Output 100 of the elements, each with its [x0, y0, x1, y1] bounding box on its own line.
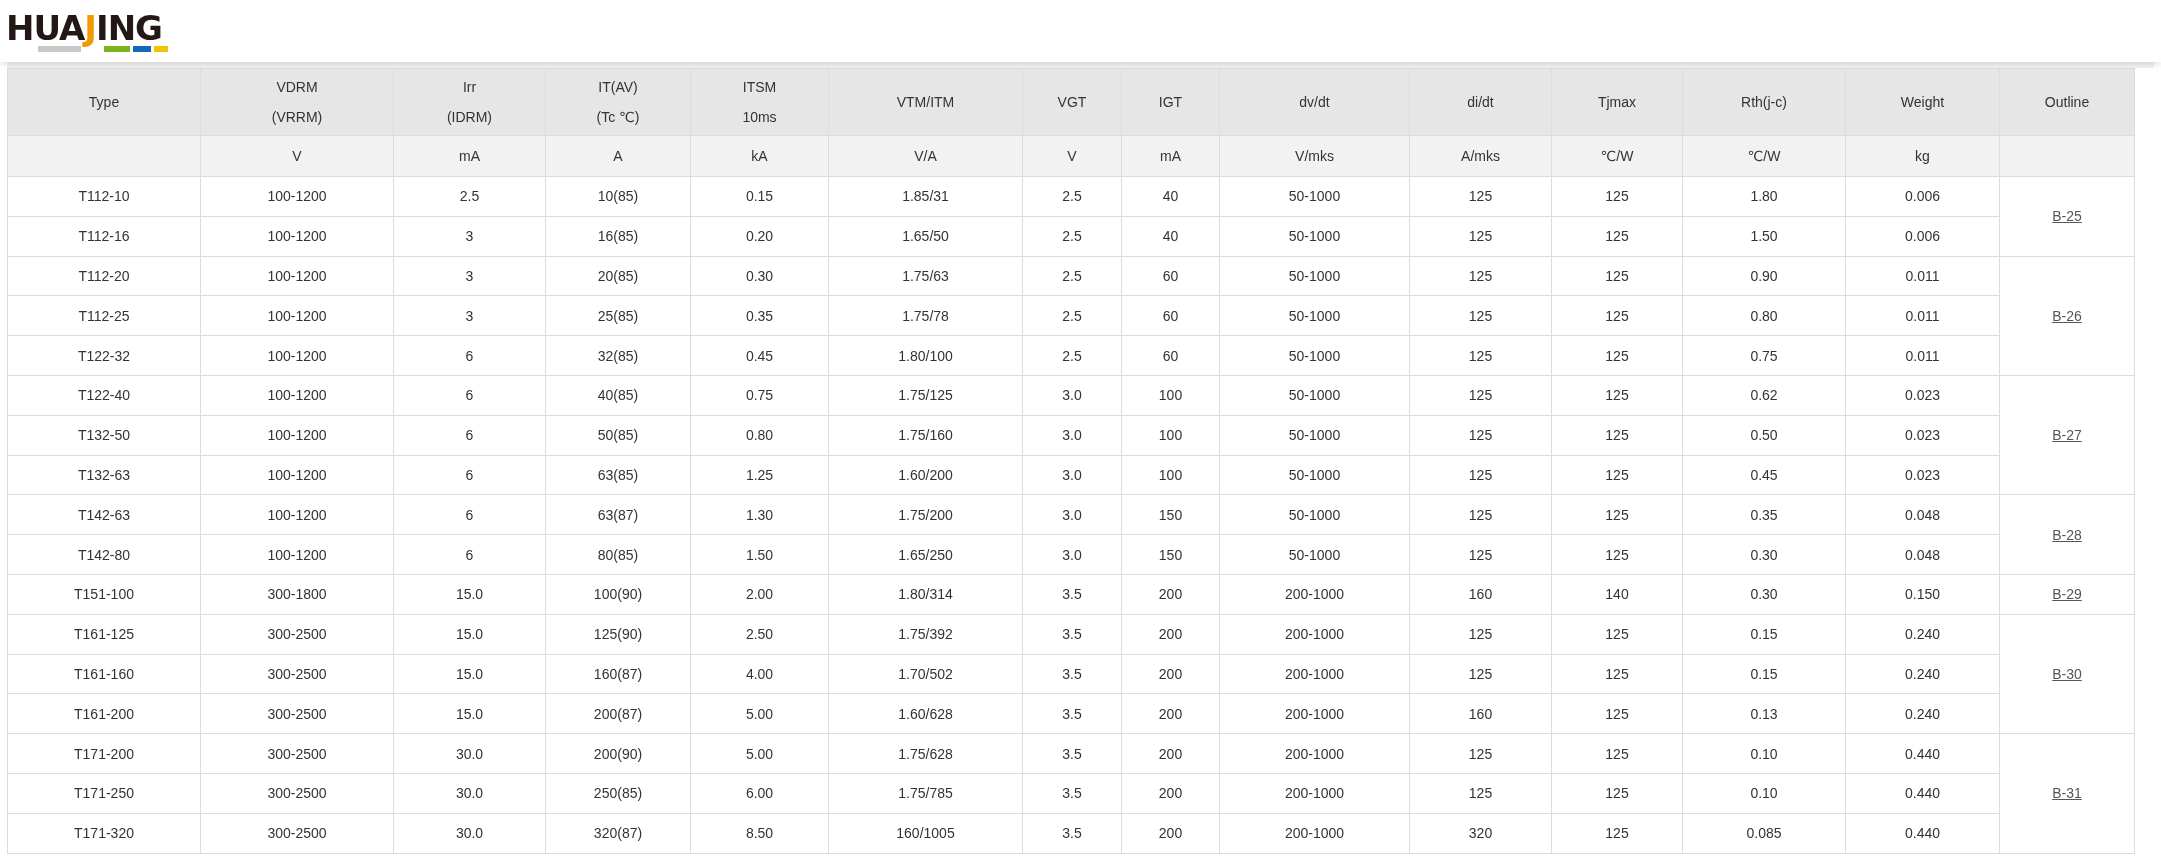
column-header: Weight — [1845, 68, 2000, 136]
outline-link[interactable]: B-25 — [2052, 208, 2082, 225]
table-cell: 32(85) — [545, 335, 691, 376]
table-cell: 50-1000 — [1219, 375, 1410, 416]
table-cell: 1.50 — [1682, 216, 1846, 257]
table-cell: 0.35 — [690, 295, 829, 336]
table-cell: 1.75/628 — [828, 733, 1023, 774]
table-cell: T122-40 — [7, 375, 201, 416]
table-cell: 3.5 — [1022, 693, 1122, 734]
table-cell: 63(85) — [545, 455, 691, 495]
table-cell: 1.60/628 — [828, 693, 1023, 734]
table-cell: 0.75 — [1682, 335, 1846, 376]
table-cell: 125 — [1551, 693, 1683, 734]
table-cell: 125 — [1409, 773, 1552, 814]
table-cell: 3.5 — [1022, 654, 1122, 694]
table-cell: T112-16 — [7, 216, 201, 257]
table-cell: 15.0 — [393, 614, 546, 655]
outline-link[interactable]: B-26 — [2052, 307, 2082, 324]
column-header: VDRM (VRRM) — [200, 68, 394, 136]
table-cell: 125 — [1551, 813, 1683, 854]
table-cell: T151-100 — [7, 574, 201, 615]
table-cell: 0.75 — [690, 375, 829, 416]
table-cell: 5.00 — [690, 733, 829, 774]
table-cell: 125 — [1551, 375, 1683, 416]
table-cell: 125 — [1409, 415, 1552, 456]
table-cell: 50-1000 — [1219, 295, 1410, 336]
table-cell: 0.15 — [690, 176, 829, 217]
table-cell: 200-1000 — [1219, 813, 1410, 854]
table-cell: 200 — [1121, 773, 1220, 814]
table-cell: 100-1200 — [200, 455, 394, 495]
table-cell: 0.30 — [1682, 574, 1846, 615]
unit-cell: V — [200, 135, 394, 177]
table-cell: 125 — [1551, 415, 1683, 456]
table-cell: 100 — [1121, 455, 1220, 495]
table-cell: 125 — [1551, 176, 1683, 217]
table-cell: 100-1200 — [200, 335, 394, 376]
table-cell: 200-1000 — [1219, 614, 1410, 655]
table-cell: 50-1000 — [1219, 216, 1410, 257]
table-cell: 125 — [1551, 773, 1683, 814]
outline-link[interactable]: B-27 — [2052, 427, 2082, 444]
table-cell: 1.70/502 — [828, 654, 1023, 694]
table-cell: 200(90) — [545, 733, 691, 774]
table-cell: 300-2500 — [200, 733, 394, 774]
column-header: Irr (IDRM) — [393, 68, 546, 136]
table-cell: T171-320 — [7, 813, 201, 854]
unit-cell: A — [545, 135, 691, 177]
outline-link[interactable]: B-29 — [2052, 586, 2082, 603]
table-cell: 125 — [1551, 654, 1683, 694]
unit-cell: mA — [1121, 135, 1220, 177]
table-cell: 200-1000 — [1219, 773, 1410, 814]
table-cell: 125 — [1409, 455, 1552, 495]
table-cell: 0.011 — [1845, 256, 2000, 296]
table-cell: 10(85) — [545, 176, 691, 217]
table-cell: 0.30 — [690, 256, 829, 296]
table-cell: 6 — [393, 455, 546, 495]
table-cell: 0.45 — [1682, 455, 1846, 495]
logo-text: HUAJING — [6, 10, 162, 46]
table-cell: 125 — [1409, 733, 1552, 774]
unit-cell: kA — [690, 135, 829, 177]
table-cell: T161-125 — [7, 614, 201, 655]
table-cell: 300-2500 — [200, 614, 394, 655]
table-cell: 3.0 — [1022, 455, 1122, 495]
table-cell: 6 — [393, 375, 546, 416]
table-cell: 100-1200 — [200, 534, 394, 575]
table-cell: 125 — [1551, 216, 1683, 257]
unit-cell: ℃/W — [1551, 135, 1683, 177]
table-cell: 1.75/78 — [828, 295, 1023, 336]
table-cell: 5.00 — [690, 693, 829, 734]
table-cell: 125 — [1409, 216, 1552, 257]
table-cell: 320 — [1409, 813, 1552, 854]
table-cell: 6 — [393, 415, 546, 456]
table-cell: 125 — [1409, 176, 1552, 217]
table-cell: T112-10 — [7, 176, 201, 217]
table-cell: 0.048 — [1845, 494, 2000, 535]
table-cell: 0.085 — [1682, 813, 1846, 854]
unit-cell: mA — [393, 135, 546, 177]
table-cell: 0.50 — [1682, 415, 1846, 456]
table-cell: 50-1000 — [1219, 534, 1410, 575]
outline-link[interactable]: B-28 — [2052, 526, 2082, 543]
table-cell: 1.80/100 — [828, 335, 1023, 376]
outline-link[interactable]: B-31 — [2052, 785, 2082, 802]
table-cell: 200-1000 — [1219, 693, 1410, 734]
table-cell: 0.023 — [1845, 375, 2000, 416]
table-cell: 125 — [1551, 733, 1683, 774]
table-cell: 25(85) — [545, 295, 691, 336]
table-cell: 1.65/50 — [828, 216, 1023, 257]
table-cell: 125 — [1551, 494, 1683, 535]
table-cell: 200(87) — [545, 693, 691, 734]
table-cell: 300-1800 — [200, 574, 394, 615]
outline-link[interactable]: B-30 — [2052, 665, 2082, 682]
unit-cell: V — [1022, 135, 1122, 177]
table-cell: 1.75/63 — [828, 256, 1023, 296]
table-cell: 60 — [1121, 295, 1220, 336]
table-cell: 125 — [1551, 256, 1683, 296]
table-cell: 2.5 — [1022, 295, 1122, 336]
column-header: Type — [7, 68, 201, 136]
logo[interactable]: HUAJING — [6, 10, 181, 52]
table-cell: 125 — [1551, 534, 1683, 575]
table-cell: 140 — [1551, 574, 1683, 615]
table-cell: 3.0 — [1022, 494, 1122, 535]
